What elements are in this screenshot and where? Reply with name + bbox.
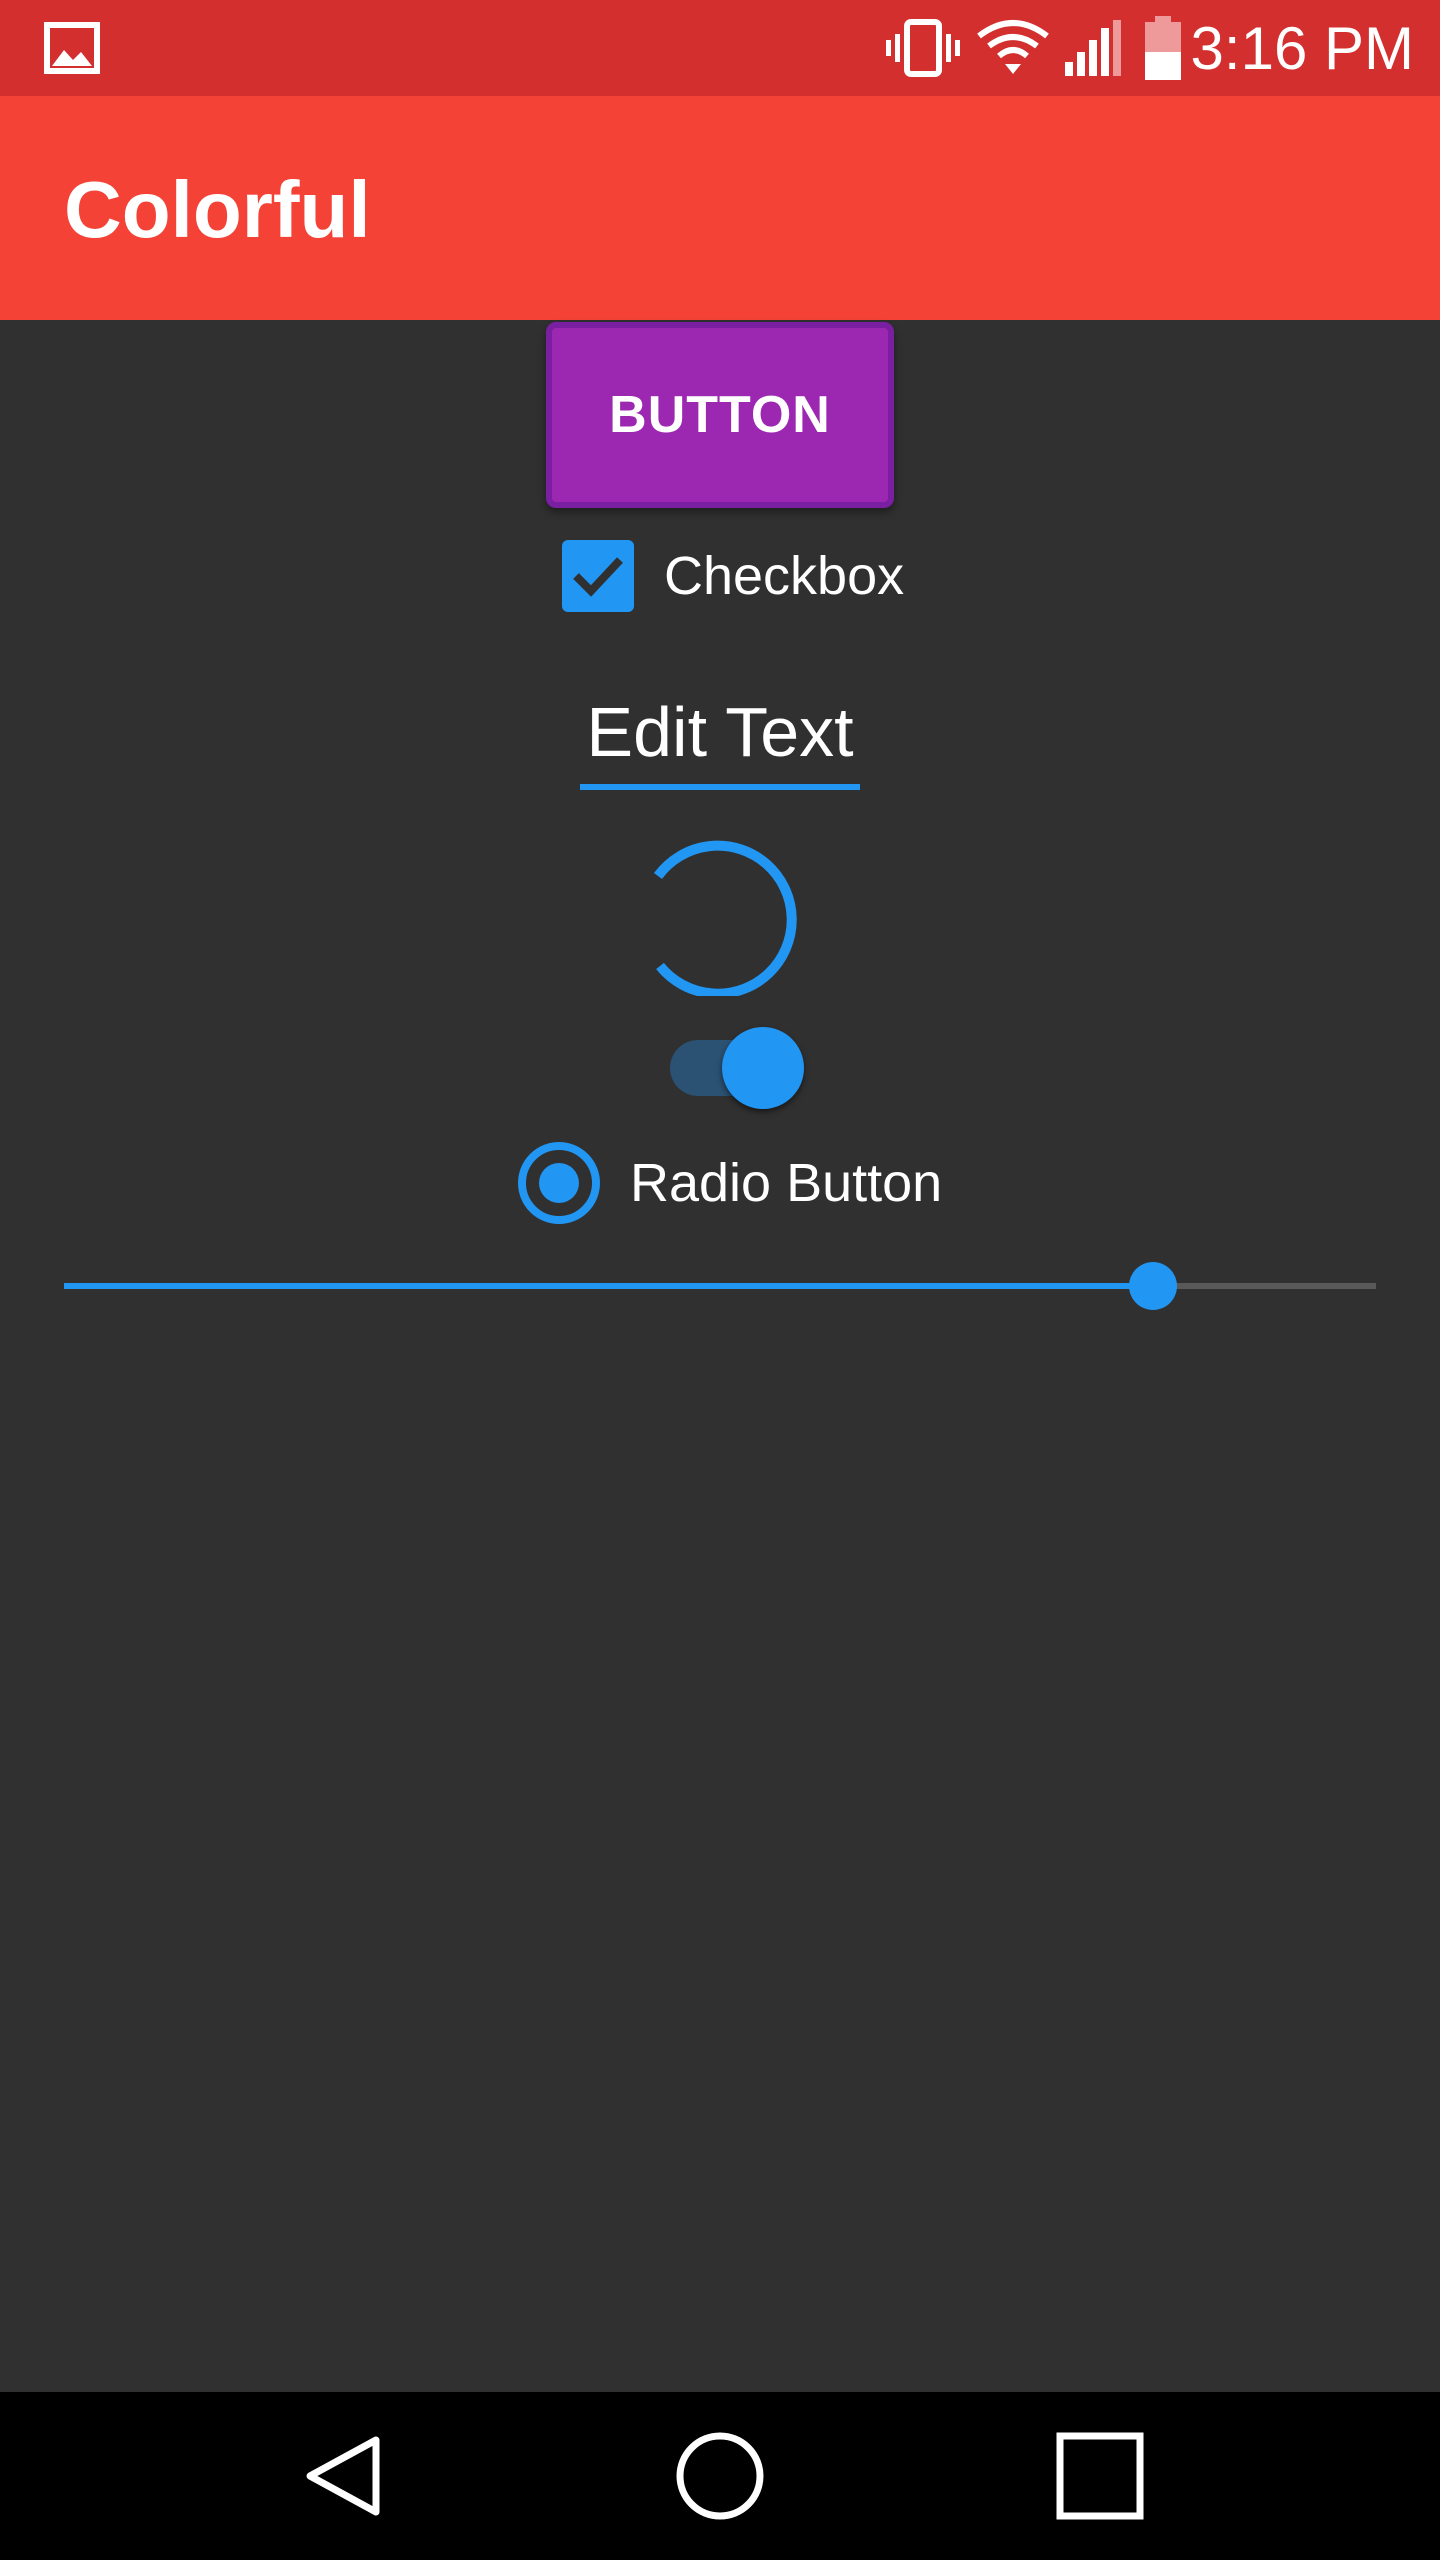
vibrate-icon [883, 18, 963, 78]
edit-text-underline [580, 784, 860, 790]
edit-text-field[interactable]: Edit Text [580, 690, 860, 790]
status-time: 3:16 PM [1190, 14, 1414, 82]
seek-bar-thumb[interactable] [1128, 1262, 1177, 1310]
wifi-icon [976, 18, 1049, 78]
edit-text-value: Edit Text [586, 693, 854, 771]
radio-button[interactable]: Radio Button [518, 1142, 942, 1224]
cell-signal-icon [1063, 18, 1125, 78]
gallery-icon [44, 22, 100, 74]
nav-bar [0, 2392, 1440, 2560]
app-title: Colorful [64, 165, 371, 254]
progress-spinner [640, 826, 810, 999]
app-bar: Colorful [0, 96, 1440, 320]
back-icon[interactable] [292, 2426, 392, 2526]
recents-icon[interactable] [1050, 2426, 1150, 2526]
seek-bar[interactable] [64, 1256, 1376, 1316]
radio-label: Radio Button [630, 1153, 943, 1213]
checkbox[interactable]: Checkbox [562, 540, 904, 612]
seek-bar-progress [64, 1283, 1153, 1289]
battery-icon [1143, 16, 1183, 80]
checkbox-box[interactable] [562, 540, 634, 612]
screen: 3:16 PM Colorful BUTTON Checkbox Edit Te… [0, 0, 1440, 2560]
toggle-switch[interactable] [666, 1024, 806, 1110]
main-button[interactable]: BUTTON [546, 322, 894, 508]
radio-circle[interactable] [518, 1142, 600, 1224]
checkbox-label: Checkbox [664, 546, 905, 606]
status-bar: 3:16 PM [0, 0, 1440, 96]
home-icon[interactable] [670, 2426, 770, 2526]
radio-dot [539, 1163, 579, 1203]
switch-thumb[interactable] [722, 1027, 804, 1109]
status-icons: 3:16 PM [883, 0, 1414, 96]
check-icon [573, 557, 623, 597]
